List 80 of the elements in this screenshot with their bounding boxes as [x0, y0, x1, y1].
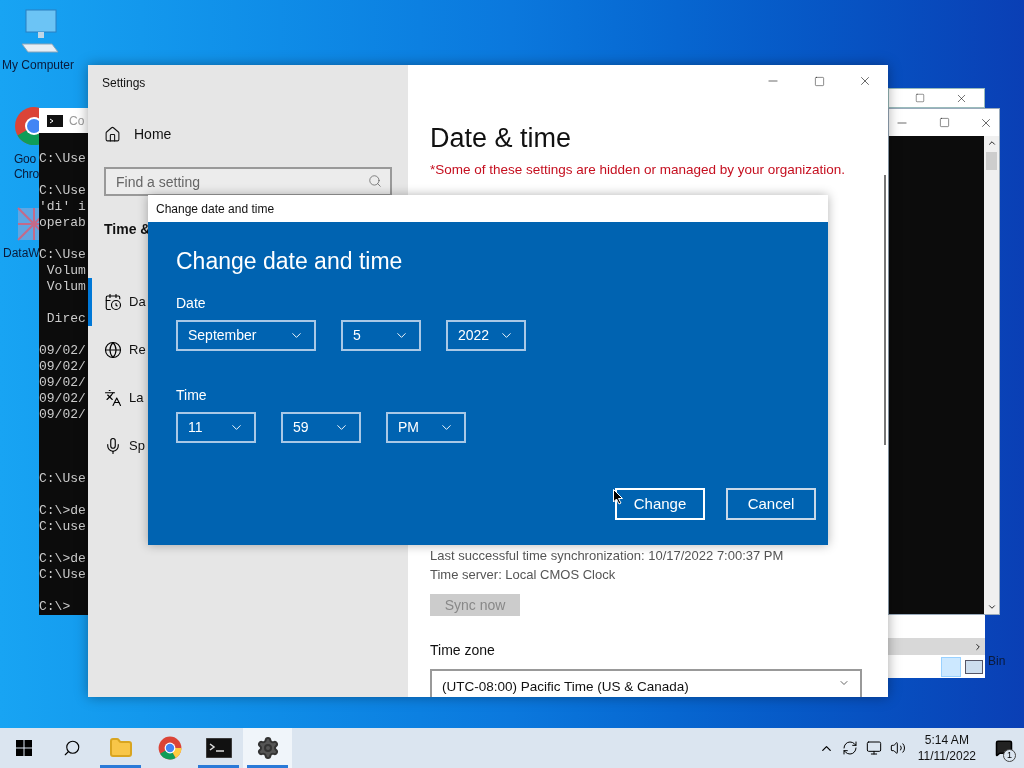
console-line: C:\Use: [39, 567, 87, 583]
sync-info-text: Last successful time synchronization: 10/17/2022 7:00:37 PM: [430, 547, 785, 566]
scroll-right-icon[interactable]: [973, 641, 983, 652]
network-icon[interactable]: [865, 740, 882, 756]
nav-item[interactable]: Re: [88, 326, 146, 374]
taskbar-app-button[interactable]: [243, 728, 292, 768]
search-icon: [368, 174, 382, 188]
language-icon: [104, 389, 122, 407]
console-line: C:\>: [39, 599, 72, 615]
windows-logo-icon: [16, 740, 32, 756]
field-label: Date: [176, 293, 207, 313]
terminal-icon: [47, 114, 63, 127]
dropdown[interactable]: 11: [176, 411, 256, 443]
clock[interactable]: 5:14 AM 11/11/2022: [909, 732, 984, 764]
notification-count: 1: [1003, 749, 1016, 762]
console-line: C:\Use: [39, 471, 87, 487]
dropdown[interactable]: 5: [341, 319, 421, 351]
desktop-icon-label: Chro: [14, 167, 39, 182]
scroll-down-icon[interactable]: [986, 602, 997, 612]
volume-icon[interactable]: [889, 740, 906, 756]
scrollbar-thumb[interactable]: [884, 175, 886, 445]
nav-item[interactable]: La: [88, 374, 146, 422]
console-line: Volum: [45, 263, 87, 279]
browser-icon[interactable]: [157, 736, 182, 760]
dialog-heading: Change date and time: [176, 247, 404, 276]
maximize-icon[interactable]: [938, 117, 950, 128]
desktop-icon-label: Bin: [988, 653, 1006, 670]
computer-icon[interactable]: [18, 8, 62, 54]
dialog-button[interactable]: Cancel: [726, 488, 816, 520]
nav-item[interactable]: Sp: [88, 422, 146, 470]
desktop-icon-label: Goo: [14, 152, 36, 167]
console-line: 09/02/: [39, 391, 87, 407]
window-title: Settings: [102, 75, 147, 92]
dropdown[interactable]: 59: [281, 411, 361, 443]
sync-icon[interactable]: [841, 740, 858, 756]
settings-icon: [255, 736, 280, 760]
desktop-icon-label: My Computer: [2, 58, 75, 73]
terminal-icon: [205, 738, 232, 758]
search-icon: [63, 739, 81, 757]
home-icon: [104, 126, 121, 143]
home-link[interactable]: Home: [104, 124, 408, 145]
desktop-icon-label: DataW: [3, 246, 40, 261]
dialog-button[interactable]: Change: [615, 488, 705, 520]
globe-icon: [104, 341, 122, 359]
console-line: C:\>de: [39, 551, 87, 567]
time-zone-dropdown[interactable]: (UTC-08:00) Pacific Time (US & Canada): [430, 668, 862, 697]
window-title: Co: [69, 112, 85, 130]
calendar-clock-icon: [104, 293, 122, 311]
console-line: C:\Use: [39, 247, 87, 263]
console-line: C:\Use: [39, 151, 87, 167]
folder-icon: [108, 736, 133, 760]
sync-info-text: Time server: Local CMOS Clock: [430, 566, 617, 585]
organization-note: *Some of these settings are hidden or managed by your organization.: [430, 161, 846, 179]
console-line: C:\use: [39, 519, 87, 535]
scrollbar-thumb[interactable]: [986, 152, 997, 170]
close-icon[interactable]: [858, 74, 872, 88]
console-line: C:\>de: [39, 503, 87, 519]
scroll-up-icon[interactable]: [986, 138, 997, 148]
console-line: 09/02/: [39, 359, 87, 375]
microphone-icon: [104, 437, 122, 455]
console-line: 09/02/: [39, 407, 87, 423]
preview-view-button[interactable]: [965, 659, 983, 674]
mouse-pointer-icon: [613, 489, 623, 505]
maximize-icon[interactable]: [915, 93, 925, 103]
console-line: 09/02/: [39, 343, 87, 359]
console-line: operab: [39, 215, 87, 231]
console-line: Direc: [45, 311, 87, 327]
search-field[interactable]: Find a setting: [104, 167, 392, 196]
dropdown[interactable]: September: [176, 319, 316, 351]
console-line: Volum: [45, 279, 87, 295]
console-line: C:\Use: [39, 183, 87, 199]
page-heading: Date & time: [430, 122, 573, 155]
field-label: Time: [176, 385, 208, 405]
console-line: 'di' i: [39, 199, 87, 215]
dropdown[interactable]: PM: [386, 411, 466, 443]
dialog-title: Change date and time: [156, 200, 275, 218]
field-label: Time zone: [430, 640, 496, 660]
console-line: 09/02/: [39, 375, 87, 391]
dropdown[interactable]: 2022: [446, 319, 526, 351]
maximize-icon[interactable]: [813, 75, 825, 87]
